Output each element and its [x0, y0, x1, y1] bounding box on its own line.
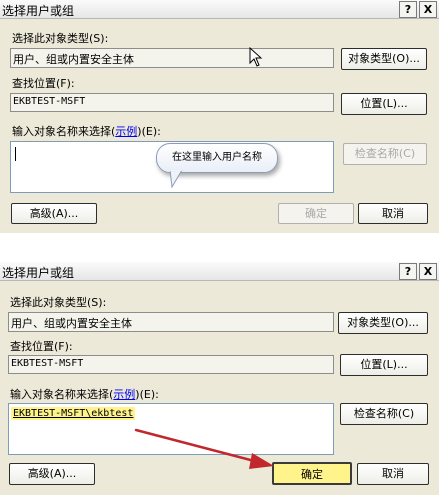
ok-button[interactable]: 确定 [272, 462, 352, 485]
close-button[interactable]: X [419, 263, 437, 280]
object-names-label-prefix: 输入对象名称来选择( [12, 125, 116, 138]
object-types-button[interactable]: 对象类型(O)... [341, 48, 427, 70]
location-label: 查找位置(F): [10, 340, 73, 353]
cancel-button[interactable]: 取消 [357, 463, 429, 485]
callout-tail-icon [170, 170, 183, 188]
title-bar: 选择用户或组 ? X [0, 262, 439, 281]
advanced-button[interactable]: 高级(A)... [9, 463, 95, 485]
location-label: 查找位置(F): [12, 77, 75, 90]
ok-button[interactable]: 确定 [278, 203, 354, 224]
location-field: EKBTEST-MSFT [8, 355, 334, 374]
advanced-button[interactable]: 高级(A)... [11, 203, 97, 224]
location-field: EKBTEST-MSFT [10, 93, 334, 112]
close-button[interactable]: X [419, 1, 437, 18]
object-type-label: 选择此对象类型(S): [12, 32, 109, 45]
object-type-field: 用户、组或内置安全主体 [10, 48, 334, 68]
object-types-button[interactable]: 对象类型(O)... [338, 312, 428, 334]
dialog-title: 选择用户或组 [2, 4, 75, 18]
object-names-label-suffix: )(E): [137, 125, 161, 138]
object-names-label-suffix: )(E): [135, 388, 159, 401]
object-names-label-prefix: 输入对象名称来选择( [10, 388, 114, 401]
examples-link[interactable]: 示例 [115, 125, 137, 138]
hint-callout: 在这里输入用户名称 [156, 143, 278, 173]
locations-button[interactable]: 位置(L)... [340, 354, 428, 376]
annotation-arrow-icon [134, 428, 274, 469]
select-users-dialog-before: 选择用户或组 ? X 选择此对象类型(S): 用户、组或内置安全主体 对象类型(… [0, 0, 439, 233]
examples-link[interactable]: 示例 [113, 388, 135, 401]
object-type-field: 用户、组或内置安全主体 [8, 312, 334, 332]
object-type-label: 选择此对象类型(S): [10, 296, 107, 309]
object-names-value: EKBTEST-MSFT\ekbtest [11, 407, 136, 420]
check-names-button[interactable]: 检查名称(C) [343, 143, 427, 165]
object-names-label: 输入对象名称来选择(示例)(E): [10, 386, 159, 402]
check-names-button[interactable]: 检查名称(C) [340, 403, 428, 425]
cancel-button[interactable]: 取消 [358, 203, 428, 224]
text-caret [15, 147, 16, 161]
title-bar: 选择用户或组 ? X [0, 0, 439, 19]
help-button[interactable]: ? [399, 263, 417, 280]
locations-button[interactable]: 位置(L)... [341, 93, 427, 115]
help-button[interactable]: ? [399, 1, 417, 18]
mouse-pointer-icon [249, 47, 263, 67]
object-names-label: 输入对象名称来选择(示例)(E): [12, 123, 161, 139]
dialog-title: 选择用户或组 [2, 266, 75, 280]
